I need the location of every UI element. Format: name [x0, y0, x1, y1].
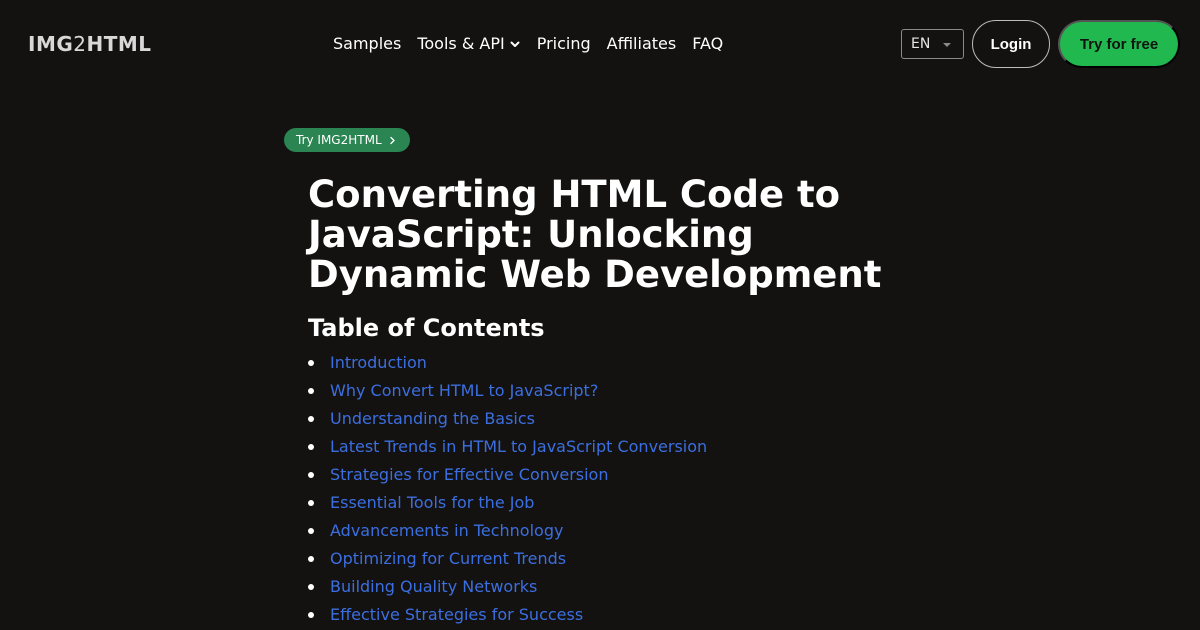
- toc-link-understanding-basics[interactable]: Understanding the Basics: [330, 409, 535, 428]
- toc-item: Understanding the Basics: [308, 405, 707, 433]
- bullet-dot: [308, 584, 314, 590]
- toc-item: Effective Strategies for Success: [308, 601, 707, 629]
- bullet-dot: [308, 500, 314, 506]
- toc-list: Introduction Why Convert HTML to JavaScr…: [308, 349, 707, 629]
- nav-affiliates[interactable]: Affiliates: [607, 31, 677, 57]
- bullet-dot: [308, 528, 314, 534]
- bullet-dot: [308, 360, 314, 366]
- toc-link-introduction[interactable]: Introduction: [330, 353, 427, 372]
- login-button[interactable]: Login: [972, 20, 1050, 68]
- site-logo[interactable]: IMG2HTML: [28, 31, 152, 57]
- toc-link-essential-tools[interactable]: Essential Tools for the Job: [330, 493, 534, 512]
- toc-link-quality-networks[interactable]: Building Quality Networks: [330, 577, 537, 596]
- toc-heading: Table of Contents: [308, 314, 545, 342]
- bullet-dot: [308, 556, 314, 562]
- bullet-dot: [308, 612, 314, 618]
- nav-faq[interactable]: FAQ: [692, 31, 723, 57]
- toc-link-strategies-conversion[interactable]: Strategies for Effective Conversion: [330, 465, 608, 484]
- chevron-right-icon: [389, 136, 395, 144]
- bullet-dot: [308, 472, 314, 478]
- toc-link-effective-strategies[interactable]: Effective Strategies for Success: [330, 605, 583, 624]
- logo-part-img: IMG: [28, 32, 74, 56]
- language-select[interactable]: EN: [901, 29, 964, 59]
- toc-item: Latest Trends in HTML to JavaScript Conv…: [308, 433, 707, 461]
- pill-label: Try IMG2HTML: [296, 133, 382, 147]
- logo-part-two: 2: [73, 32, 87, 56]
- toc-item: Introduction: [308, 349, 707, 377]
- nav-tools-api[interactable]: Tools & API: [417, 31, 520, 57]
- chevron-down-icon: [510, 41, 520, 47]
- nav-pricing-label: Pricing: [536, 34, 591, 53]
- try-for-free-button[interactable]: Try for free: [1058, 20, 1180, 68]
- toc-item: Strategies for Effective Conversion: [308, 461, 707, 489]
- toc-item: Optimizing for Current Trends: [308, 545, 707, 573]
- toc-item: Essential Tools for the Job: [308, 489, 707, 517]
- bullet-dot: [308, 388, 314, 394]
- site-header: IMG2HTML Samples Tools & API Pricing Aff…: [0, 0, 1200, 88]
- toc-link-optimizing[interactable]: Optimizing for Current Trends: [330, 549, 566, 568]
- nav-faq-label: FAQ: [692, 34, 724, 53]
- try-img2html-pill[interactable]: Try IMG2HTML: [284, 128, 410, 152]
- nav-tools-api-label: Tools & API: [417, 34, 505, 53]
- main-nav: Samples Tools & API Pricing Affiliates F…: [333, 31, 723, 57]
- nav-affiliates-label: Affiliates: [606, 34, 677, 53]
- nav-pricing[interactable]: Pricing: [537, 31, 591, 57]
- caret-down-icon: [943, 43, 951, 47]
- toc-item: Building Quality Networks: [308, 573, 707, 601]
- bullet-dot: [308, 416, 314, 422]
- toc-link-advancements[interactable]: Advancements in Technology: [330, 521, 563, 540]
- logo-part-html: HTML: [86, 32, 152, 56]
- toc-item: Advancements in Technology: [308, 517, 707, 545]
- toc-item: Why Convert HTML to JavaScript?: [308, 377, 707, 405]
- nav-samples[interactable]: Samples: [333, 31, 401, 57]
- article-title: Converting HTML Code to JavaScript: Unlo…: [308, 173, 882, 296]
- bullet-dot: [308, 444, 314, 450]
- nav-samples-label: Samples: [333, 34, 402, 53]
- toc-link-latest-trends[interactable]: Latest Trends in HTML to JavaScript Conv…: [330, 437, 707, 456]
- toc-link-why-convert[interactable]: Why Convert HTML to JavaScript?: [330, 381, 598, 400]
- language-value: EN: [911, 36, 931, 52]
